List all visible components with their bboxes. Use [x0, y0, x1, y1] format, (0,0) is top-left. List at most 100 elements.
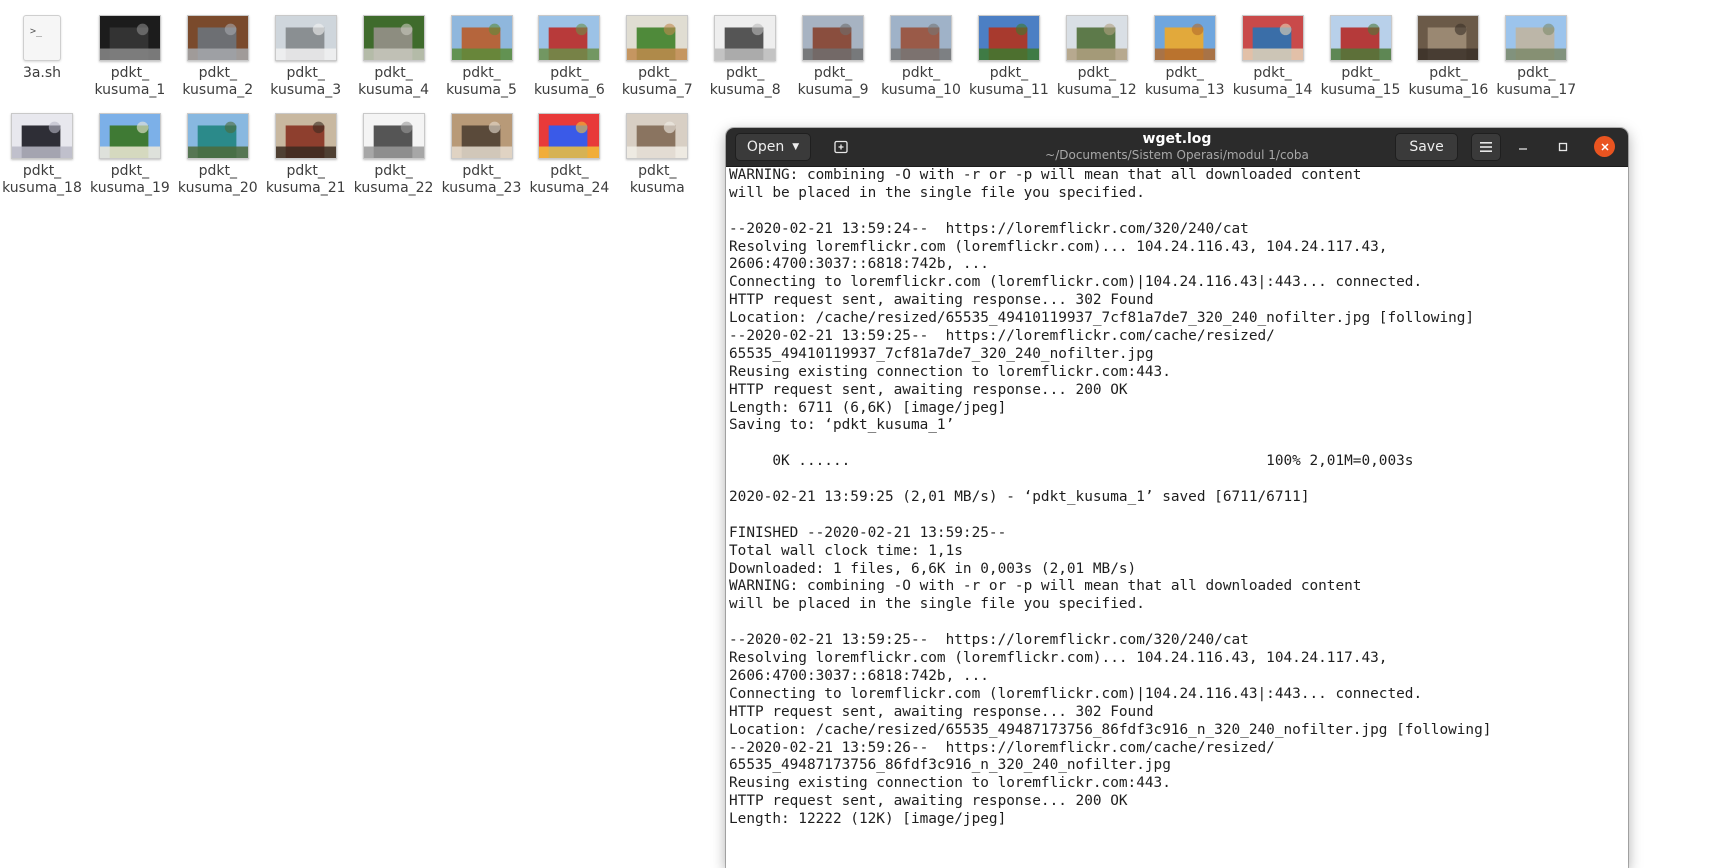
file-item-image[interactable]: pdkt_ kusuma_4 — [346, 0, 442, 100]
log-line: Connecting to loremflickr.com (loremflic… — [729, 274, 1423, 291]
file-item-image[interactable]: pdkt_ kusuma_21 — [258, 98, 354, 198]
file-item-image[interactable]: pdkt_ kusuma_17 — [1488, 0, 1584, 100]
file-item-image[interactable]: pdkt_ kusuma_10 — [873, 0, 969, 100]
file-name-label: pdkt_ kusuma_7 — [621, 65, 693, 98]
log-line: --2020-02-21 13:59:26-- https://loremfli… — [729, 739, 1275, 756]
save-button[interactable]: Save — [1395, 133, 1458, 161]
file-name-label: 3a.sh — [22, 65, 62, 81]
image-thumbnail — [450, 113, 513, 159]
file-item-image[interactable]: pdkt_ kusuma_1 — [82, 0, 178, 100]
text-editor-content[interactable]: WARNING: combining -O with -r or -p will… — [726, 167, 1628, 868]
image-thumbnail — [362, 113, 425, 159]
file-name-label: pdkt_ kusuma_11 — [969, 65, 1049, 98]
file-item-image[interactable]: pdkt_ kusuma_22 — [346, 98, 442, 198]
file-item-image[interactable]: pdkt_ kusuma_11 — [961, 0, 1057, 100]
header-bar[interactable]: Open ▼ wget.log ~/Documents/Sistem Opera… — [726, 128, 1628, 167]
log-line: Length: 12222 (12K) [image/jpeg] — [729, 811, 1007, 828]
file-item-image[interactable]: pdkt_ kusuma_19 — [82, 98, 178, 198]
file-name-label: pdkt_ kusuma_3 — [270, 65, 342, 98]
file-name-label: pdkt_ kusuma_19 — [90, 163, 170, 196]
file-item-image[interactable]: pdkt_ kusuma_14 — [1225, 0, 1321, 100]
file-name-label: pdkt_ kusuma_4 — [358, 65, 430, 98]
close-button[interactable] — [1594, 136, 1615, 157]
file-item-image[interactable]: pdkt_ kusuma_20 — [170, 98, 266, 198]
text-editor-window: Open ▼ wget.log ~/Documents/Sistem Opera… — [726, 128, 1628, 868]
file-item-image[interactable]: pdkt_ kusuma_23 — [434, 98, 530, 198]
log-line: Resolving loremflickr.com (loremflickr.c… — [729, 238, 1388, 255]
image-thumbnail — [274, 15, 337, 61]
open-button-label: Open — [746, 139, 785, 155]
file-item-image[interactable]: pdkt_ kusuma_24 — [521, 98, 617, 198]
file-name-label: pdkt_ kusuma_22 — [353, 163, 434, 196]
file-item-image[interactable]: pdkt_ kusuma_9 — [785, 0, 881, 100]
file-name-label: pdkt_ kusuma_13 — [1144, 65, 1225, 98]
file-name-label: pdkt_ kusuma_2 — [182, 65, 254, 98]
image-thumbnail — [362, 15, 425, 61]
log-line: HTTP request sent, awaiting response... … — [729, 793, 1128, 810]
file-item-image[interactable]: pdkt_ kusuma_13 — [1137, 0, 1233, 100]
file-name-label: pdkt_ kusuma_23 — [441, 163, 522, 196]
log-line: FINISHED --2020-02-21 13:59:25-- — [729, 524, 1007, 541]
log-line: 0K ...... 100% 2,01M=0,003s — [729, 453, 1414, 470]
open-button[interactable]: Open ▼ — [735, 133, 811, 161]
file-item-script[interactable]: >_ 3a.sh — [0, 0, 90, 100]
log-line: Total wall clock time: 1,1s — [729, 542, 963, 559]
file-item-image[interactable]: pdkt_ kusuma_7 — [609, 0, 705, 100]
file-name-label: pdkt_ kusuma_20 — [177, 163, 258, 196]
file-name-label: pdkt_ kusuma_21 — [265, 163, 346, 196]
log-line: 2606:4700:3037::6818:742b, ... — [729, 256, 989, 273]
file-item-image[interactable]: pdkt_ kusuma_16 — [1400, 0, 1496, 100]
file-item-image[interactable]: pdkt_ kusuma_5 — [434, 0, 530, 100]
file-name-label: pdkt_ kusuma_18 — [2, 163, 82, 196]
maximize-button[interactable] — [1553, 137, 1573, 157]
file-name-label: pdkt_ kusuma — [629, 163, 685, 196]
image-thumbnail — [714, 15, 777, 61]
file-item-image[interactable]: pdkt_ kusuma_12 — [1049, 0, 1145, 100]
file-name-label: pdkt_ kusuma_5 — [446, 65, 517, 98]
file-item-image[interactable]: pdkt_ kusuma_8 — [697, 0, 793, 100]
hamburger-menu-button[interactable] — [1471, 133, 1501, 161]
log-line: Resolving loremflickr.com (loremflickr.c… — [729, 650, 1388, 667]
file-item-image[interactable]: pdkt_ kusuma_3 — [258, 0, 354, 100]
image-thumbnail — [977, 15, 1040, 61]
minimize-button[interactable] — [1513, 137, 1533, 157]
file-item-image[interactable]: pdkt_ kusuma_18 — [0, 98, 90, 198]
log-line: Saving to: ‘pdkt_kusuma_1’ — [729, 417, 955, 434]
minimize-icon — [1519, 148, 1527, 150]
file-name-label: pdkt_ kusuma_9 — [797, 65, 869, 98]
image-thumbnail — [1241, 15, 1304, 61]
log-line: --2020-02-21 13:59:24-- https://loremfli… — [729, 220, 1249, 237]
file-name-label: pdkt_ kusuma_12 — [1056, 65, 1137, 98]
terminal-script-icon: >_ — [23, 15, 61, 61]
log-line: --2020-02-21 13:59:25-- https://loremfli… — [729, 328, 1275, 345]
log-line: Downloaded: 1 files, 6,6K in 0,003s (2,0… — [729, 560, 1137, 577]
log-line: 2020-02-21 13:59:25 (2,01 MB/s) - ‘pdkt_… — [729, 489, 1310, 506]
file-name-label: pdkt_ kusuma_17 — [1496, 65, 1577, 98]
log-line: Reusing existing connection to loremflic… — [729, 363, 1171, 380]
file-item-image[interactable]: pdkt_ kusuma — [609, 98, 705, 198]
log-line: WARNING: combining -O with -r or -p will… — [729, 167, 1362, 183]
image-thumbnail — [626, 15, 689, 61]
image-thumbnail — [186, 113, 249, 159]
file-item-image[interactable]: pdkt_ kusuma_15 — [1313, 0, 1409, 100]
image-thumbnail — [11, 113, 73, 159]
new-document-button[interactable] — [827, 133, 855, 161]
maximize-icon — [1558, 142, 1568, 152]
log-line: Connecting to loremflickr.com (loremflic… — [729, 685, 1423, 702]
close-icon — [1600, 142, 1609, 151]
file-item-image[interactable]: pdkt_ kusuma_6 — [521, 0, 617, 100]
log-line: Reusing existing connection to loremflic… — [729, 775, 1171, 792]
file-name-label: pdkt_ kusuma_1 — [94, 65, 166, 98]
image-thumbnail — [1329, 15, 1392, 61]
new-tab-icon — [834, 140, 848, 154]
file-name-label: pdkt_ kusuma_8 — [709, 65, 781, 98]
file-name-label: pdkt_ kusuma_24 — [529, 163, 610, 196]
log-line: Length: 6711 (6,6K) [image/jpeg] — [729, 399, 1007, 416]
image-thumbnail — [450, 15, 513, 61]
log-line: HTTP request sent, awaiting response... … — [729, 292, 1154, 309]
file-item-image[interactable]: pdkt_ kusuma_2 — [170, 0, 266, 100]
image-thumbnail — [98, 113, 161, 159]
